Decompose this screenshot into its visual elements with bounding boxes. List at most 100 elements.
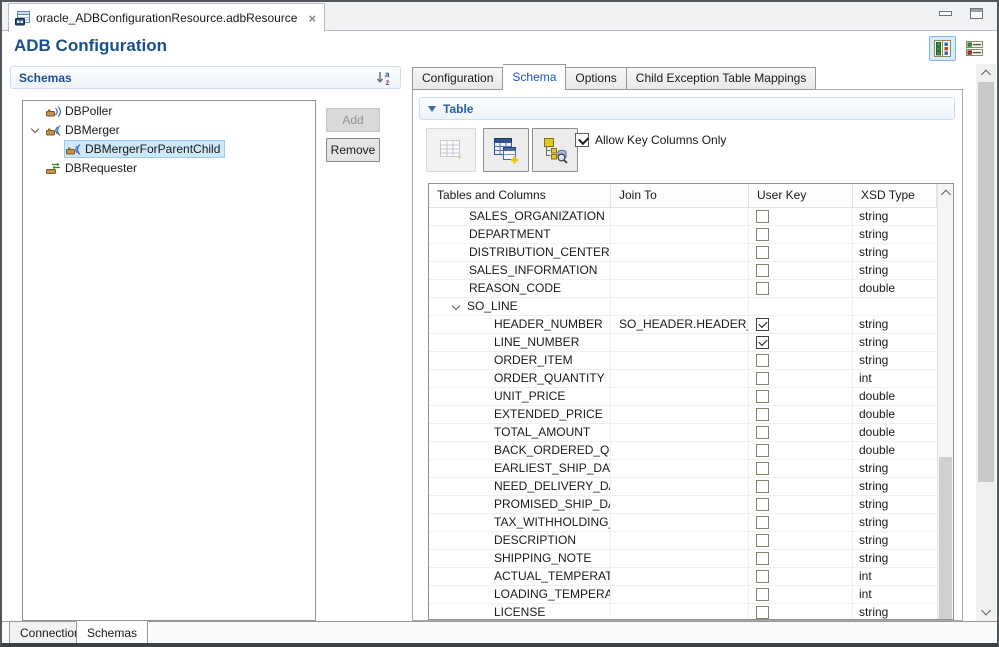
cell-join-to[interactable]: [611, 532, 749, 550]
column-header-xsd-type[interactable]: XSD Type: [853, 184, 937, 207]
tab-child-exception-table-mappings[interactable]: Child Exception Table Mappings: [626, 67, 817, 90]
table-row[interactable]: ORDER_ITEM string: [429, 352, 937, 370]
table-row[interactable]: BACK_ORDERED_QUANT double: [429, 442, 937, 460]
user-key-checkbox[interactable]: [756, 552, 769, 565]
table-row[interactable]: HEADER_NUMBERSO_HEADER.HEADER_NU... strin…: [429, 316, 937, 334]
tree-item-dbpoller[interactable]: DBPoller: [23, 101, 315, 120]
cell-join-to[interactable]: [611, 370, 749, 388]
cell-join-to[interactable]: [611, 568, 749, 586]
panel-vertical-scrollbar[interactable]: [976, 64, 996, 621]
user-key-checkbox[interactable]: [756, 354, 769, 367]
table-row[interactable]: SALES_ORGANIZATION string: [429, 208, 937, 226]
cell-join-to[interactable]: [611, 604, 749, 619]
cell-join-to[interactable]: [611, 298, 749, 316]
table-row[interactable]: DESCRIPTION string: [429, 532, 937, 550]
panel-scroll-down-icon[interactable]: [976, 604, 996, 621]
user-key-checkbox[interactable]: [756, 534, 769, 547]
add-button[interactable]: Add: [326, 108, 380, 132]
column-header-tables-and-columns[interactable]: Tables and Columns: [429, 184, 611, 207]
tree-item-dbrequester[interactable]: DBRequester: [23, 158, 315, 177]
cell-join-to[interactable]: [611, 244, 749, 262]
table-row[interactable]: SALES_INFORMATION string: [429, 262, 937, 280]
table-row[interactable]: ORDER_QUANTITY int: [429, 370, 937, 388]
user-key-checkbox[interactable]: [756, 282, 769, 295]
tree-item-dbmerger[interactable]: DBMerger: [23, 120, 315, 139]
close-icon[interactable]: ×: [308, 11, 316, 26]
user-key-checkbox[interactable]: [756, 444, 769, 457]
cell-join-to[interactable]: [611, 334, 749, 352]
cell-join-to[interactable]: SO_HEADER.HEADER_NU...: [611, 316, 749, 334]
form-columns-view-icon[interactable]: [929, 36, 956, 61]
cell-join-to[interactable]: [611, 550, 749, 568]
table-scrollbar-thumb[interactable]: [939, 457, 952, 619]
table-row[interactable]: LINE_NUMBER string: [429, 334, 937, 352]
user-key-checkbox[interactable]: [756, 426, 769, 439]
table-row[interactable]: LICENSE string: [429, 604, 937, 619]
table-row[interactable]: TAX_WITHHOLDING_EX string: [429, 514, 937, 532]
tab-options[interactable]: Options: [566, 67, 627, 90]
user-key-checkbox[interactable]: [756, 480, 769, 493]
cell-join-to[interactable]: [611, 406, 749, 424]
user-key-checkbox[interactable]: [756, 210, 769, 223]
tree-item-dbmergerforparentchild[interactable]: DBMergerForParentChild: [23, 139, 315, 158]
table-section-header[interactable]: Table: [419, 97, 955, 120]
table-row[interactable]: REASON_CODE double: [429, 280, 937, 298]
collapse-triangle-icon[interactable]: [428, 105, 436, 112]
insert-table-button[interactable]: [426, 128, 476, 172]
table-row[interactable]: ACTUAL_TEMPERATURE int: [429, 568, 937, 586]
tab-schemas[interactable]: Schemas: [76, 621, 149, 643]
table-row[interactable]: SO_LINE: [429, 298, 937, 316]
user-key-checkbox[interactable]: [756, 390, 769, 403]
table-row[interactable]: PROMISED_SHIP_DATE string: [429, 496, 937, 514]
table-row[interactable]: EARLIEST_SHIP_DATE string: [429, 460, 937, 478]
column-header-join-to[interactable]: Join To: [611, 184, 749, 207]
table-row[interactable]: SHIPPING_NOTE string: [429, 550, 937, 568]
column-header-user-key[interactable]: User Key: [749, 184, 853, 207]
user-key-checkbox[interactable]: [756, 606, 769, 619]
restore-icon[interactable]: [970, 8, 983, 19]
form-rows-view-icon[interactable]: [961, 36, 988, 61]
user-key-checkbox[interactable]: [756, 408, 769, 421]
tab-schema[interactable]: Schema: [503, 64, 567, 90]
sort-az-icon[interactable]: a z: [376, 69, 394, 87]
cell-join-to[interactable]: [611, 424, 749, 442]
user-key-checkbox[interactable]: [756, 264, 769, 277]
user-key-checkbox[interactable]: [756, 336, 769, 349]
table-row[interactable]: DISTRIBUTION_CENTER string: [429, 244, 937, 262]
cell-join-to[interactable]: [611, 352, 749, 370]
user-key-checkbox[interactable]: [756, 462, 769, 475]
cell-join-to[interactable]: [611, 226, 749, 244]
table-row[interactable]: LOADING_TEMPERATUR int: [429, 586, 937, 604]
user-key-checkbox[interactable]: [756, 516, 769, 529]
cell-join-to[interactable]: [611, 496, 749, 514]
table-row[interactable]: UNIT_PRICE double: [429, 388, 937, 406]
user-key-checkbox[interactable]: [756, 372, 769, 385]
parent-child-lookup-button[interactable]: [532, 128, 578, 172]
user-key-checkbox[interactable]: [756, 318, 769, 331]
tab-configuration[interactable]: Configuration: [412, 67, 504, 90]
table-row[interactable]: DEPARTMENT string: [429, 226, 937, 244]
minimize-icon[interactable]: [939, 11, 952, 16]
chevron-down-icon[interactable]: [451, 301, 461, 311]
allow-key-columns-checkbox[interactable]: [575, 133, 589, 147]
cell-join-to[interactable]: [611, 280, 749, 298]
user-key-checkbox[interactable]: [756, 498, 769, 511]
editor-tab[interactable]: oracle_ADBConfigurationResource.adbResou…: [8, 3, 326, 32]
cell-join-to[interactable]: [611, 442, 749, 460]
cell-join-to[interactable]: [611, 208, 749, 226]
user-key-checkbox[interactable]: [756, 228, 769, 241]
cell-join-to[interactable]: [611, 262, 749, 280]
scroll-up-icon[interactable]: [938, 184, 953, 201]
user-key-checkbox[interactable]: [756, 246, 769, 259]
cell-join-to[interactable]: [611, 514, 749, 532]
cell-join-to[interactable]: [611, 388, 749, 406]
table-row[interactable]: EXTENDED_PRICE double: [429, 406, 937, 424]
remove-button[interactable]: Remove: [326, 138, 380, 162]
panel-scroll-up-icon[interactable]: [976, 64, 996, 81]
user-key-checkbox[interactable]: [756, 570, 769, 583]
cell-join-to[interactable]: [611, 460, 749, 478]
panel-scrollbar-thumb[interactable]: [978, 82, 994, 482]
table-row[interactable]: TOTAL_AMOUNT double: [429, 424, 937, 442]
table-row[interactable]: NEED_DELIVERY_DATE string: [429, 478, 937, 496]
table-vertical-scrollbar[interactable]: [937, 184, 953, 619]
